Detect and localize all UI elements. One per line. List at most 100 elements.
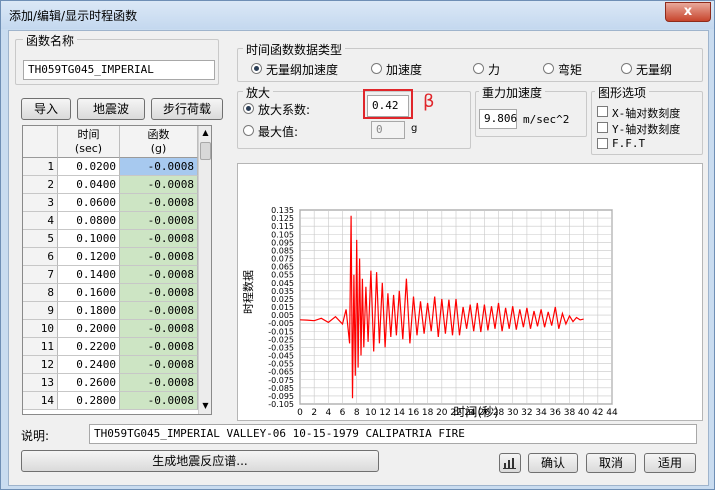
function-value-cell[interactable]: -0.0008 <box>120 194 198 212</box>
y-tick-label: 0.015 <box>271 303 294 312</box>
row-number-cell: 8 <box>23 284 58 302</box>
time-cell[interactable]: 0.1600 <box>58 284 120 302</box>
max-value-radio[interactable] <box>243 125 254 136</box>
time-cell[interactable]: 0.1800 <box>58 302 120 320</box>
x-tick-label: 14 <box>394 408 406 418</box>
function-value-cell[interactable]: -0.0008 <box>120 374 198 392</box>
data-type-label-2: 力 <box>488 63 501 77</box>
table-row[interactable]: 1 0.0200 -0.0008 <box>23 158 198 176</box>
walking-load-button[interactable]: 步行荷载 <box>151 98 223 120</box>
graph-option-label-2: F.F.T <box>612 137 646 150</box>
time-cell[interactable]: 0.2800 <box>58 392 120 410</box>
row-number-cell: 5 <box>23 230 58 248</box>
function-value-cell[interactable]: -0.0008 <box>120 392 198 410</box>
x-tick-label: 30 <box>507 408 519 418</box>
function-value-cell[interactable]: -0.0008 <box>120 302 198 320</box>
time-column-header[interactable]: 时间 (sec) <box>58 126 120 158</box>
import-button[interactable]: 导入 <box>21 98 71 120</box>
function-column-header[interactable]: 函数 (g) <box>120 126 198 158</box>
x-tick-label: 2 <box>311 408 317 418</box>
y-axis-label: 时程数据 <box>241 270 255 314</box>
time-cell[interactable]: 0.1400 <box>58 266 120 284</box>
y-tick-label: 0.095 <box>271 238 294 247</box>
time-cell[interactable]: 0.2600 <box>58 374 120 392</box>
time-cell[interactable]: 0.0400 <box>58 176 120 194</box>
data-type-radio-2[interactable] <box>473 63 484 74</box>
description-input[interactable]: TH059TG045_IMPERIAL VALLEY-06 10-15-1979… <box>89 424 697 444</box>
table-row[interactable]: 11 0.2200 -0.0008 <box>23 338 198 356</box>
scroll-down-icon[interactable]: ▼ <box>200 400 211 412</box>
y-tick-label: -0.095 <box>268 392 294 401</box>
title-bar[interactable]: 添加/编辑/显示时程函数 x <box>1 1 714 29</box>
function-value-cell[interactable]: -0.0008 <box>120 176 198 194</box>
function-value-cell[interactable]: -0.0008 <box>120 320 198 338</box>
time-cell[interactable]: 0.2000 <box>58 320 120 338</box>
scale-factor-label: 放大系数: <box>258 103 311 117</box>
time-function-table[interactable]: 时间 (sec) 函数 (g) 1 0.0200 -0.0008 2 0.0400 -0.… <box>22 125 212 415</box>
table-row[interactable]: 2 0.0400 -0.0008 <box>23 176 198 194</box>
function-value-cell[interactable]: -0.0008 <box>120 338 198 356</box>
function-value-cell[interactable]: -0.0008 <box>120 356 198 374</box>
graph-option-checkbox-0[interactable] <box>597 106 608 117</box>
x-tick-label: 12 <box>379 408 390 418</box>
table-row[interactable]: 13 0.2600 -0.0008 <box>23 374 198 392</box>
y-tick-label: 0.055 <box>271 271 294 280</box>
scroll-thumb[interactable] <box>200 142 211 160</box>
y-tick-label: -0.005 <box>268 319 294 328</box>
time-cell[interactable]: 0.2200 <box>58 338 120 356</box>
function-value-cell[interactable]: -0.0008 <box>120 212 198 230</box>
x-tick-label: 10 <box>365 408 377 418</box>
function-name-input[interactable]: TH059TG045_IMPERIAL <box>23 60 215 80</box>
time-cell[interactable]: 0.1200 <box>58 248 120 266</box>
table-row[interactable]: 5 0.1000 -0.0008 <box>23 230 198 248</box>
earthquake-wave-button[interactable]: 地震波 <box>77 98 145 120</box>
data-type-radio-0[interactable] <box>251 63 262 74</box>
chart-icon-button[interactable] <box>499 453 521 473</box>
row-number-cell: 6 <box>23 248 58 266</box>
data-type-radio-4[interactable] <box>621 63 632 74</box>
table-row[interactable]: 12 0.2400 -0.0008 <box>23 356 198 374</box>
graph-option-checkbox-2[interactable] <box>597 138 608 149</box>
row-number-cell: 12 <box>23 356 58 374</box>
table-row[interactable]: 8 0.1600 -0.0008 <box>23 284 198 302</box>
time-cell[interactable]: 0.1000 <box>58 230 120 248</box>
time-cell[interactable]: 0.0200 <box>58 158 120 176</box>
table-row[interactable]: 3 0.0600 -0.0008 <box>23 194 198 212</box>
scale-factor-radio[interactable] <box>243 103 254 114</box>
time-cell[interactable]: 0.0600 <box>58 194 120 212</box>
row-number-cell: 11 <box>23 338 58 356</box>
highlight-box <box>363 89 413 119</box>
table-row[interactable]: 10 0.2000 -0.0008 <box>23 320 198 338</box>
close-button[interactable]: x <box>665 2 711 22</box>
function-value-cell[interactable]: -0.0008 <box>120 248 198 266</box>
function-value-cell[interactable]: -0.0008 <box>120 266 198 284</box>
table-row[interactable]: 7 0.1400 -0.0008 <box>23 266 198 284</box>
apply-button[interactable]: 适用 <box>644 453 696 473</box>
graph-option-checkbox-1[interactable] <box>597 122 608 133</box>
y-tick-label: -0.105 <box>268 400 294 409</box>
table-row[interactable]: 6 0.1200 -0.0008 <box>23 248 198 266</box>
function-value-cell[interactable]: -0.0008 <box>120 158 198 176</box>
function-value-cell[interactable]: -0.0008 <box>120 230 198 248</box>
scroll-up-icon[interactable]: ▲ <box>200 127 211 139</box>
generate-spectrum-button[interactable]: 生成地震反应谱... <box>21 450 379 472</box>
data-type-radio-1[interactable] <box>371 63 382 74</box>
row-number-cell: 13 <box>23 374 58 392</box>
time-cell[interactable]: 0.2400 <box>58 356 120 374</box>
max-value-input[interactable]: 0 <box>371 121 405 139</box>
time-cell[interactable]: 0.0800 <box>58 212 120 230</box>
table-row[interactable]: 14 0.2800 -0.0008 <box>23 392 198 410</box>
x-tick-label: 16 <box>408 408 420 418</box>
table-row[interactable]: 4 0.0800 -0.0008 <box>23 212 198 230</box>
gravity-input[interactable]: 9.806 <box>479 109 517 129</box>
data-type-radio-3[interactable] <box>543 63 554 74</box>
y-tick-label: 0.075 <box>271 255 294 264</box>
function-value-cell[interactable]: -0.0008 <box>120 284 198 302</box>
max-value-label: 最大值: <box>258 125 299 139</box>
table-vertical-scrollbar[interactable]: ▲ ▼ <box>198 126 211 414</box>
ok-button[interactable]: 确认 <box>528 453 578 473</box>
table-row[interactable]: 9 0.1800 -0.0008 <box>23 302 198 320</box>
cancel-button[interactable]: 取消 <box>586 453 636 473</box>
data-type-label-3: 弯矩 <box>558 63 583 77</box>
y-tick-label: -0.055 <box>268 360 294 369</box>
